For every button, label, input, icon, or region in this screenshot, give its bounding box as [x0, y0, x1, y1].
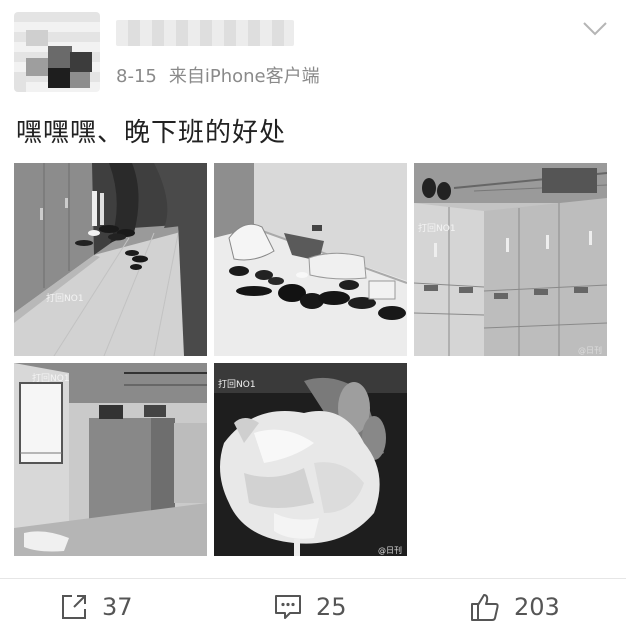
comment-icon — [275, 595, 301, 619]
photo-5[interactable]: 打回NO1 @日刊 — [214, 363, 407, 556]
username-redacted[interactable] — [116, 20, 294, 46]
photo-watermark: 打回NO1 — [32, 374, 70, 384]
post-date: 8-15 — [116, 66, 157, 87]
post-text: 嘿嘿嘿、晚下班的好处 — [16, 118, 287, 148]
photo-1[interactable]: 打回NO1 — [14, 163, 207, 356]
like-button[interactable]: 203 — [470, 579, 560, 635]
chevron-down-icon[interactable] — [583, 22, 607, 36]
photo-watermark: 打回NO1 — [218, 380, 256, 390]
comment-button[interactable]: 25 — [274, 579, 347, 635]
post-source[interactable]: 来自iPhone客户端 — [169, 66, 320, 87]
comment-count: 25 — [316, 593, 347, 621]
photo-watermark: 打回NO1 — [46, 294, 84, 304]
repost-count: 37 — [102, 593, 133, 621]
photo-watermark: 打回NO1 — [418, 224, 456, 234]
photo-4[interactable]: 打回NO1 — [14, 363, 207, 556]
action-bar: 37 25 203 — [0, 579, 626, 635]
photo-corner-mark: @日刊 — [378, 546, 402, 555]
avatar[interactable] — [14, 12, 100, 92]
post-meta: 8-15 来自iPhone客户端 — [116, 62, 320, 88]
photo-grid: 打回NO1 打回NO1 @日刊 打回NO1 打回NO1 @日刊 — [14, 163, 608, 556]
like-count: 203 — [514, 593, 560, 621]
photo-2[interactable] — [214, 163, 407, 356]
photo-3[interactable]: 打回NO1 @日刊 — [414, 163, 607, 356]
repost-button[interactable]: 37 — [60, 579, 133, 635]
post-header: 8-15 来自iPhone客户端 — [0, 0, 626, 95]
photo-corner-mark: @日刊 — [578, 346, 602, 355]
share-icon — [62, 595, 86, 619]
thumbs-up-icon — [471, 594, 499, 621]
